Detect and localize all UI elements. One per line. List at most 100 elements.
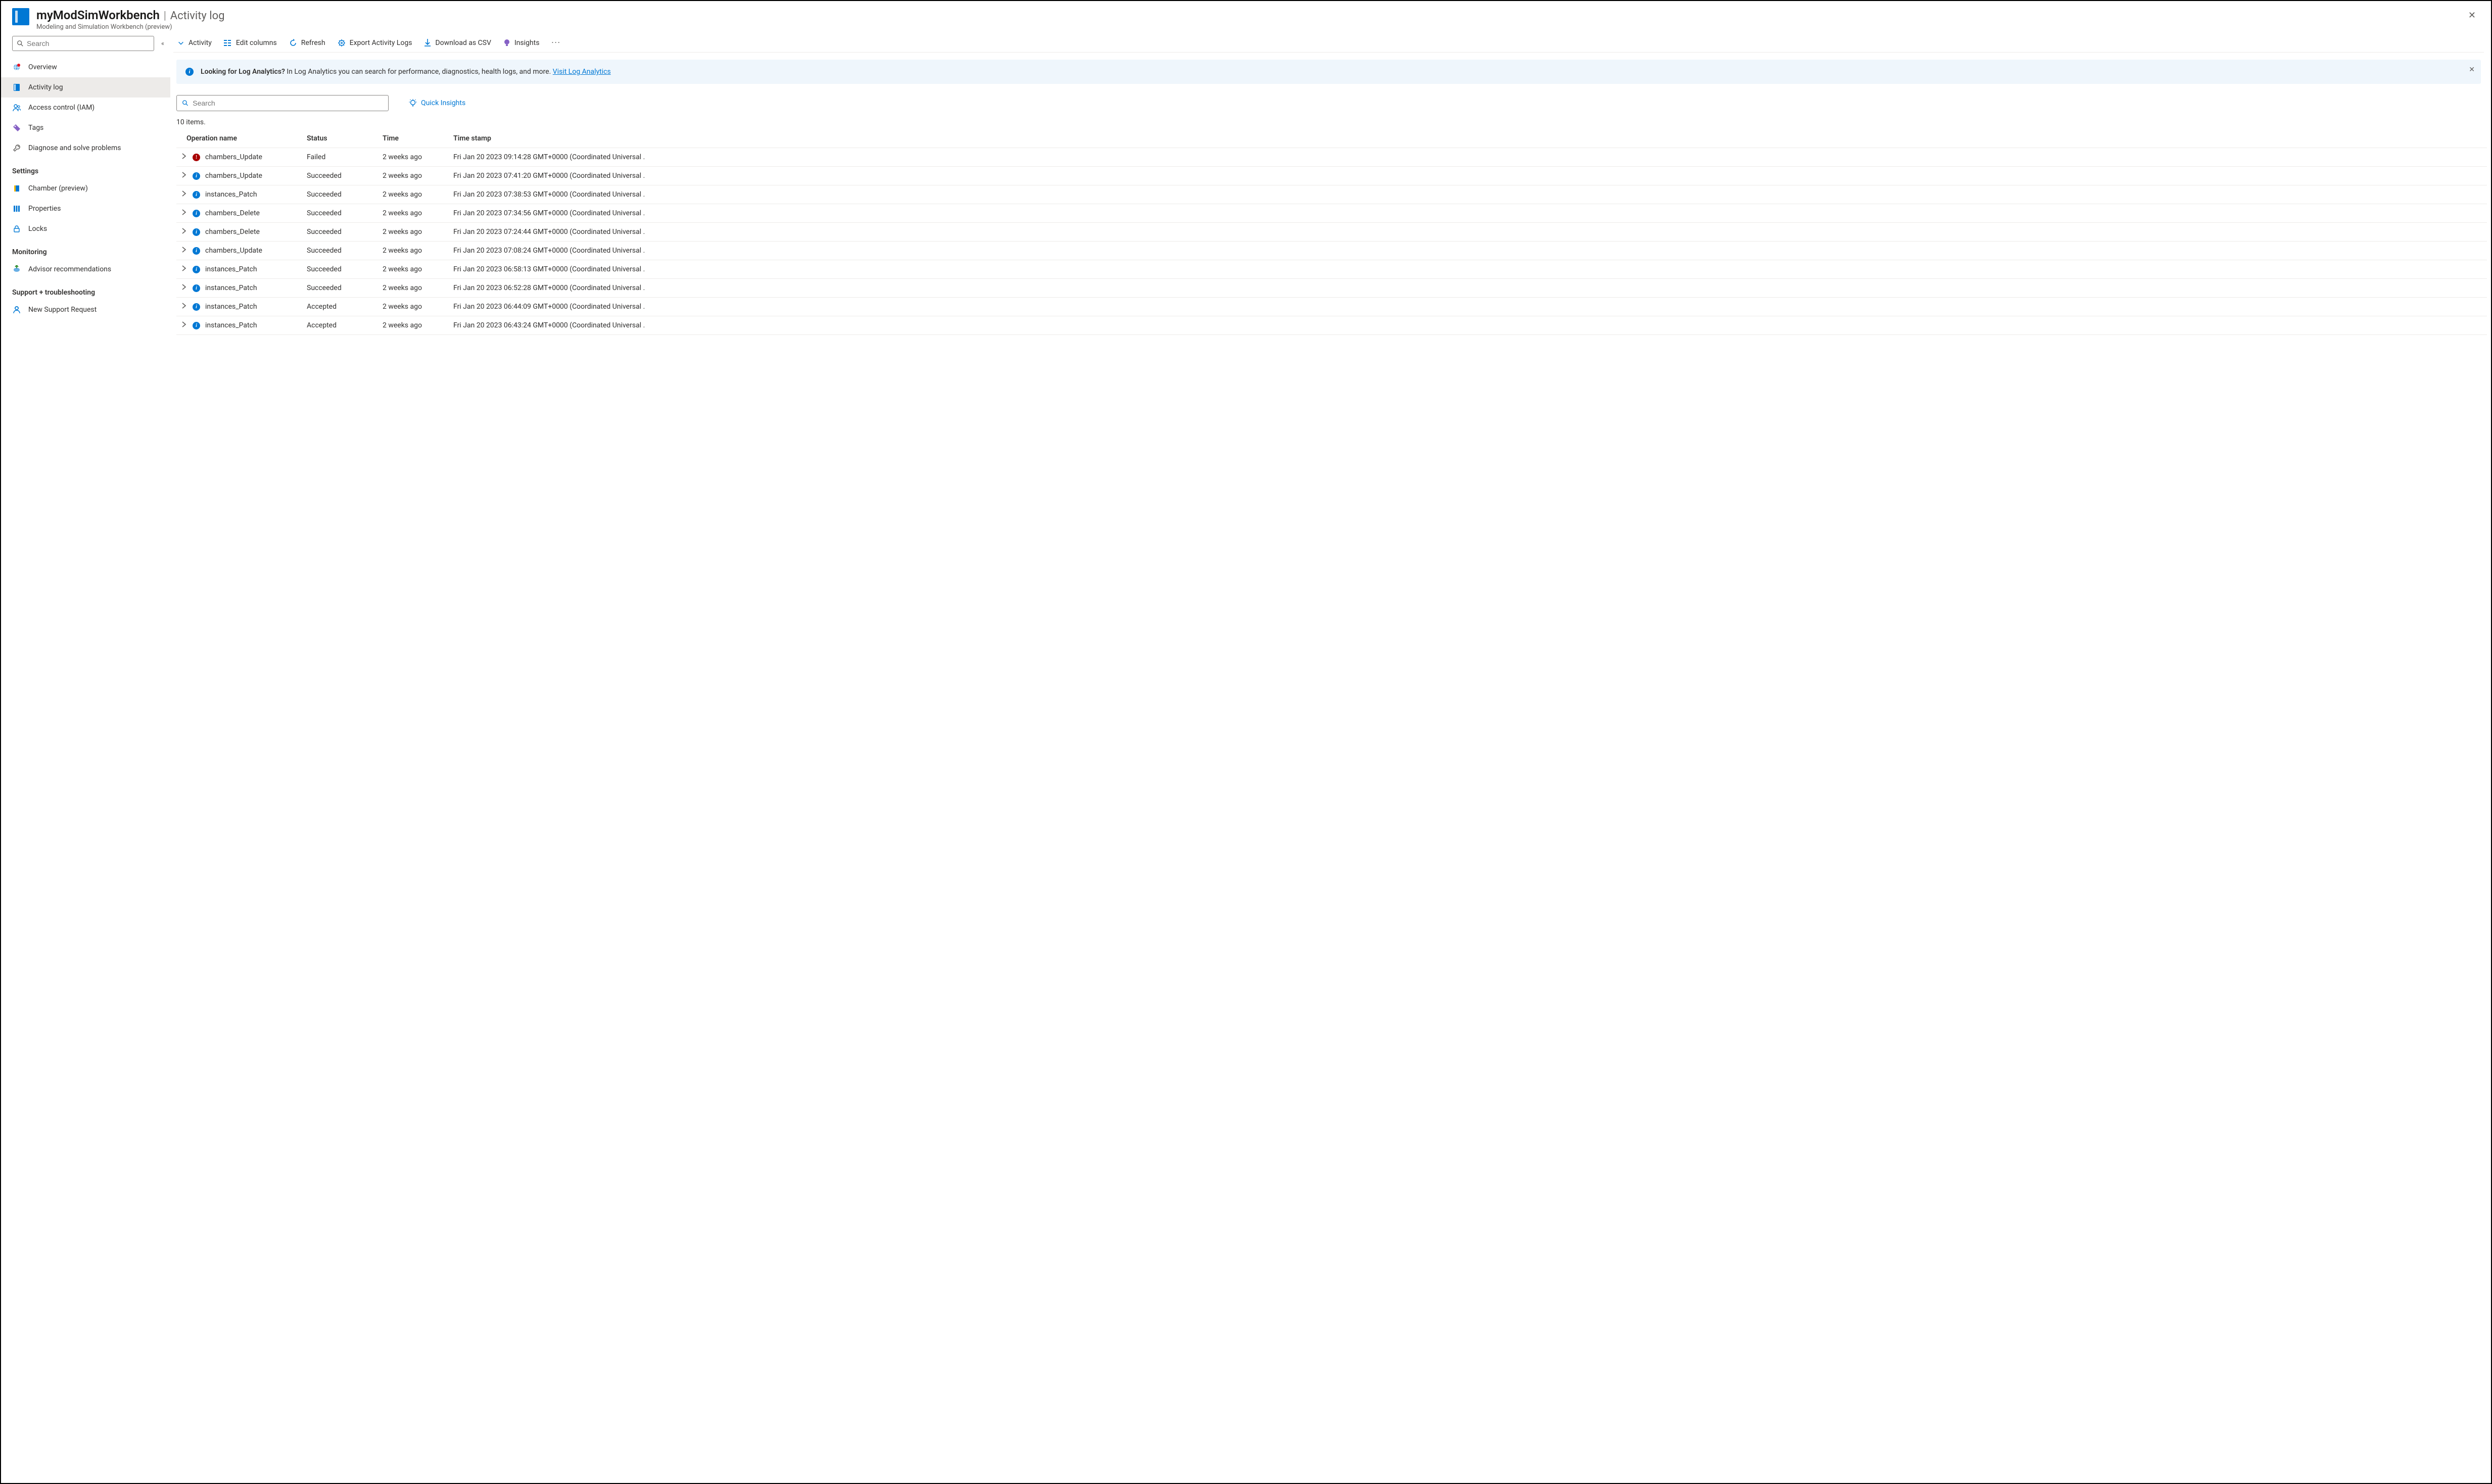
time-cell: 2 weeks ago [379, 242, 449, 260]
sidebar-collapse-button[interactable]: « [159, 38, 166, 50]
edit-columns-button[interactable]: Edit columns [224, 39, 277, 47]
col-status[interactable]: Status [303, 129, 379, 148]
expand-row-icon[interactable] [180, 172, 187, 180]
close-button[interactable]: ✕ [2464, 8, 2480, 23]
expand-row-icon[interactable] [180, 247, 187, 255]
sidebar-search[interactable] [12, 36, 154, 51]
bulb-outline-icon [409, 99, 417, 107]
timestamp-cell: Fri Jan 20 2023 06:52:28 GMT+0000 (Coord… [449, 279, 2487, 298]
operation-name: chambers_Update [205, 172, 262, 180]
more-commands-button[interactable]: ··· [551, 39, 560, 47]
col-operation-name[interactable]: Operation name [176, 129, 303, 148]
banner-link[interactable]: Visit Log Analytics [553, 68, 611, 76]
export-button[interactable]: Export Activity Logs [338, 39, 412, 47]
download-icon [424, 39, 431, 47]
advisor-icon [12, 265, 21, 273]
operation-name: chambers_Delete [205, 209, 260, 217]
table-row[interactable]: iinstances_PatchSucceeded2 weeks agoFri … [176, 279, 2487, 298]
sidebar-item-overview[interactable]: Overview [1, 57, 170, 77]
status-info-icon: i [193, 303, 200, 311]
people-icon [12, 104, 21, 112]
page-name: Activity log [170, 10, 225, 22]
expand-row-icon[interactable] [180, 303, 187, 311]
activity-filter-button[interactable]: Activity [177, 39, 212, 47]
banner-strong: Looking for Log Analytics? [201, 68, 285, 76]
toolbar-label: Activity [189, 39, 212, 47]
timestamp-cell: Fri Jan 20 2023 07:34:56 GMT+0000 (Coord… [449, 204, 2487, 223]
time-cell: 2 weeks ago [379, 260, 449, 279]
status-info-icon: i [193, 322, 200, 329]
operation-name: instances_Patch [205, 284, 257, 292]
expand-row-icon[interactable] [180, 265, 187, 273]
sidebar-item-activity-log[interactable]: Activity log [1, 77, 170, 98]
expand-row-icon[interactable] [180, 321, 187, 329]
col-time[interactable]: Time [379, 129, 449, 148]
banner-text: Looking for Log Analytics? In Log Analyt… [201, 67, 611, 77]
time-cell: 2 weeks ago [379, 185, 449, 204]
expand-row-icon[interactable] [180, 209, 187, 217]
sidebar-item-chamber-preview-[interactable]: Chamber (preview) [1, 178, 170, 199]
command-bar: Activity Edit columns Refresh Export Act… [173, 36, 2484, 53]
expand-row-icon[interactable] [180, 153, 187, 161]
col-timestamp[interactable]: Time stamp [449, 129, 2487, 148]
table-row[interactable]: ichambers_UpdateSucceeded2 weeks agoFri … [176, 242, 2487, 260]
refresh-button[interactable]: Refresh [289, 39, 325, 47]
activity-log-table: Operation name Status Time Time stamp ! c… [176, 129, 2487, 335]
sidebar-item-access-control-iam-[interactable]: Access control (IAM) [1, 98, 170, 118]
sidebar-item-diagnose-and-solve-problems[interactable]: Diagnose and solve problems [1, 138, 170, 158]
expand-row-icon[interactable] [180, 228, 187, 236]
toolbar-label: Insights [514, 39, 540, 47]
table-row[interactable]: !chambers_UpdateFailed2 weeks agoFri Jan… [176, 148, 2487, 167]
timestamp-cell: Fri Jan 20 2023 06:58:13 GMT+0000 (Coord… [449, 260, 2487, 279]
sidebar-item-properties[interactable]: Properties [1, 199, 170, 219]
table-row[interactable]: iinstances_PatchSucceeded2 weeks agoFri … [176, 185, 2487, 204]
table-row[interactable]: iinstances_PatchAccepted2 weeks agoFri J… [176, 298, 2487, 316]
sidebar-item-label: Chamber (preview) [28, 184, 88, 193]
sidebar-item-label: Locks [28, 225, 47, 233]
status-cell: Accepted [303, 298, 379, 316]
table-row[interactable]: ichambers_DeleteSucceeded2 weeks agoFri … [176, 204, 2487, 223]
main-content: Activity Edit columns Refresh Export Act… [170, 36, 2491, 1483]
search-icon [17, 40, 24, 47]
status-info-icon: i [193, 191, 200, 199]
status-info-icon: i [193, 284, 200, 292]
expand-row-icon[interactable] [180, 190, 187, 199]
expand-row-icon[interactable] [180, 284, 187, 292]
status-info-icon: i [193, 266, 200, 273]
sidebar-item-advisor-recommendations[interactable]: Advisor recommendations [1, 259, 170, 279]
time-cell: 2 weeks ago [379, 204, 449, 223]
properties-icon [12, 205, 21, 213]
sidebar-section-title: Monitoring [1, 239, 170, 259]
resource-subtitle: Modeling and Simulation Workbench (previ… [36, 23, 2464, 31]
status-cell: Succeeded [303, 279, 379, 298]
timestamp-cell: Fri Jan 20 2023 07:24:44 GMT+0000 (Coord… [449, 223, 2487, 242]
chevron-down-icon [177, 39, 184, 46]
status-err-icon: ! [193, 154, 200, 161]
banner-close-button[interactable]: ✕ [2469, 65, 2475, 75]
sidebar-item-new-support-request[interactable]: New Support Request [1, 300, 170, 320]
table-row[interactable]: iinstances_PatchSucceeded2 weeks agoFri … [176, 260, 2487, 279]
download-csv-button[interactable]: Download as CSV [424, 39, 491, 47]
sidebar-item-locks[interactable]: Locks [1, 219, 170, 239]
activity-search[interactable] [176, 95, 389, 111]
timestamp-cell: Fri Jan 20 2023 06:43:24 GMT+0000 (Coord… [449, 316, 2487, 335]
title-separator: | [164, 10, 166, 22]
status-cell: Succeeded [303, 204, 379, 223]
resource-title: myModSimWorkbench [36, 8, 160, 22]
operation-name: instances_Patch [205, 321, 257, 329]
sidebar-item-label: Tags [28, 124, 43, 132]
header-title-area: myModSimWorkbench | Activity log Modelin… [36, 8, 2464, 31]
activity-search-input[interactable] [193, 99, 383, 107]
table-row[interactable]: ichambers_UpdateSucceeded2 weeks agoFri … [176, 167, 2487, 185]
insights-button[interactable]: Insights [503, 39, 540, 47]
table-row[interactable]: iinstances_PatchAccepted2 weeks agoFri J… [176, 316, 2487, 335]
toolbar-label: Download as CSV [435, 39, 491, 47]
operation-name: chambers_Update [205, 153, 262, 161]
sidebar-search-input[interactable] [27, 39, 150, 47]
quick-insights-button[interactable]: Quick Insights [409, 99, 465, 107]
sidebar-item-tags[interactable]: Tags [1, 118, 170, 138]
timestamp-cell: Fri Jan 20 2023 07:41:20 GMT+0000 (Coord… [449, 167, 2487, 185]
sidebar-section-title: Settings [1, 158, 170, 178]
status-cell: Succeeded [303, 260, 379, 279]
table-row[interactable]: ichambers_DeleteSucceeded2 weeks agoFri … [176, 223, 2487, 242]
